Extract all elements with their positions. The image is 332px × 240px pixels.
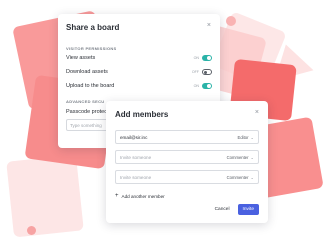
dialog-title: Share a board [66, 23, 120, 32]
toggle-state: ON [193, 84, 199, 88]
email-value: email@sir.inc [120, 134, 148, 140]
chevron-down-icon: ⌄ [250, 174, 254, 180]
permission-label: Download assets [66, 69, 108, 75]
cancel-button[interactable]: Cancel [215, 207, 230, 212]
permission-row-upload: Upload to the board ON [66, 79, 212, 93]
close-icon[interactable]: × [255, 109, 259, 116]
invite-field[interactable]: Invite someone Commenter ⌄ [115, 150, 259, 164]
chevron-down-icon: ⌄ [250, 134, 254, 140]
chevron-down-icon: ⌄ [250, 154, 254, 160]
role-select[interactable]: Editor ⌄ [238, 135, 254, 140]
permission-label: View assets [66, 55, 96, 61]
upload-toggle[interactable] [202, 83, 212, 89]
member-email-field[interactable]: email@sir.inc Editor ⌄ [115, 130, 259, 144]
close-icon[interactable]: × [207, 22, 211, 29]
dialog-title: Add members [115, 110, 169, 119]
decor-dot [226, 16, 236, 26]
role-select[interactable]: Commenter ⌄ [227, 155, 254, 160]
invite-placeholder: Invite someone [120, 154, 152, 160]
plus-icon: + [115, 193, 119, 199]
invite-button[interactable]: Invite [237, 204, 259, 215]
toggle-state: ON [193, 56, 199, 60]
role-select[interactable]: Commenter ⌄ [227, 175, 254, 180]
invite-field[interactable]: Invite someone Commenter ⌄ [115, 170, 259, 184]
add-members-dialog: Add members × email@sir.inc Editor ⌄ Invi… [106, 101, 268, 223]
decor-dot [27, 226, 36, 235]
decor-shape [6, 154, 84, 238]
view-assets-toggle[interactable] [202, 55, 212, 61]
permission-row-view: View assets ON [66, 51, 212, 65]
add-member-link[interactable]: + Add another member [115, 193, 259, 199]
download-assets-toggle[interactable] [202, 69, 212, 75]
add-member-label: Add another member [121, 193, 165, 199]
permission-row-download: Download assets OFF [66, 65, 212, 79]
dialog-actions: Cancel Invite [215, 204, 259, 215]
permission-label: Upload to the board [66, 83, 115, 89]
invite-placeholder: Invite someone [120, 174, 152, 180]
toggle-state: OFF [191, 70, 199, 74]
